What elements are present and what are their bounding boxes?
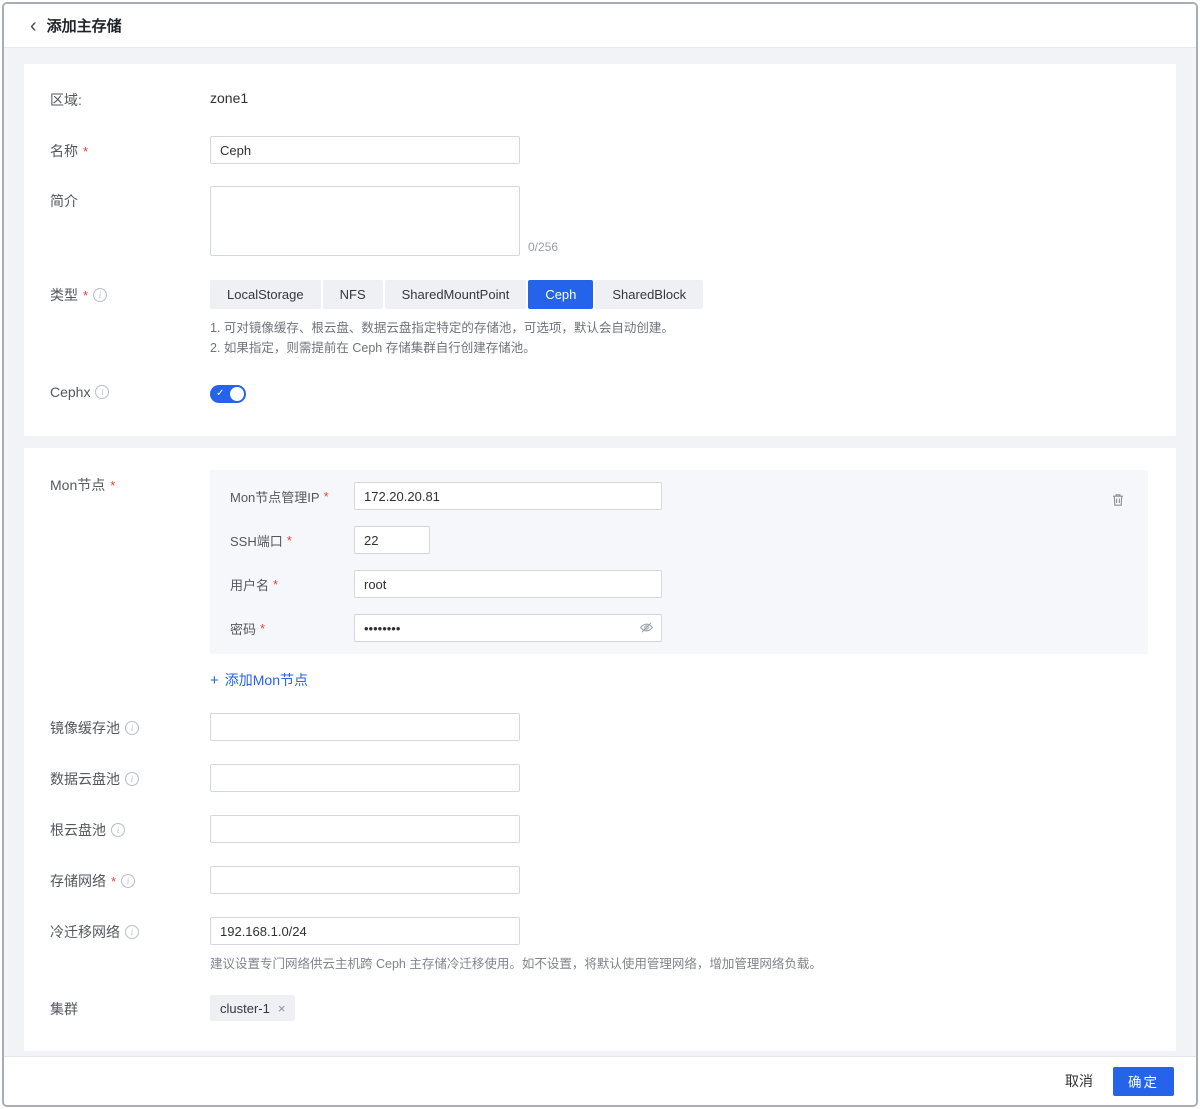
image-cache-pool-label: 镜像缓存池 i [50, 713, 210, 738]
username-input[interactable] [354, 570, 662, 598]
type-row: 类型* i LocalStorage NFS SharedMountPoint … [50, 280, 1150, 358]
toggle-knob [230, 387, 244, 401]
name-input[interactable] [210, 136, 520, 164]
cluster-row: 集群 cluster-1 × [50, 995, 1150, 1021]
password-label: 密码* [230, 619, 354, 638]
required-mark: * [83, 144, 88, 159]
name-row: 名称* [50, 136, 1150, 164]
delete-mon-node-icon[interactable] [1110, 492, 1126, 513]
password-row: 密码* [230, 614, 1128, 642]
required-mark: * [260, 621, 265, 636]
migration-network-label: 冷迁移网络 i [50, 917, 210, 942]
info-icon[interactable]: i [93, 288, 107, 302]
migration-network-row: 冷迁移网络 i 建议设置专门网络供云主机跨 Ceph 主存储冷迁移使用。如不设置… [50, 917, 1150, 972]
ssh-port-label: SSH端口* [230, 531, 354, 550]
mon-ip-label: Mon节点管理IP* [230, 487, 354, 506]
image-cache-pool-input[interactable] [210, 713, 520, 741]
cluster-tag-text: cluster-1 [220, 1001, 270, 1016]
mon-node-panel: Mon节点管理IP* SSH端口* 用户名* [210, 470, 1148, 654]
required-mark: * [110, 478, 115, 493]
required-mark: * [287, 533, 292, 548]
storage-network-label: 存储网络* i [50, 866, 210, 891]
tab-sharedmountpoint[interactable]: SharedMountPoint [385, 280, 527, 309]
migration-network-input[interactable] [210, 917, 520, 945]
cephx-label: Cephx i [50, 382, 210, 400]
mon-ip-input[interactable] [354, 482, 662, 510]
username-label: 用户名* [230, 575, 354, 594]
tab-sharedblock[interactable]: SharedBlock [595, 280, 703, 309]
description-textarea[interactable] [210, 186, 520, 256]
zone-label: 区域: [50, 90, 210, 110]
type-note-2: 2. 如果指定，则需提前在 Ceph 存储集群自行创建存储池。 [210, 338, 1150, 358]
cephx-toggle[interactable]: ✓ [210, 385, 246, 403]
back-icon[interactable]: ‹ [30, 16, 37, 36]
cancel-button[interactable]: 取消 [1065, 1071, 1093, 1091]
required-mark: * [324, 489, 329, 504]
storage-type-tabs: LocalStorage NFS SharedMountPoint Ceph S… [210, 280, 1150, 309]
info-icon[interactable]: i [125, 772, 139, 786]
info-icon[interactable]: i [111, 823, 125, 837]
info-icon[interactable]: i [125, 925, 139, 939]
mon-and-pools-card: Mon节点* Mon节点管理IP* [24, 448, 1176, 1051]
password-input[interactable] [354, 614, 662, 642]
remove-cluster-icon[interactable]: × [278, 1001, 286, 1016]
root-volume-pool-input[interactable] [210, 815, 520, 843]
ssh-port-input[interactable] [354, 526, 430, 554]
mon-label: Mon节点* [50, 470, 210, 495]
image-cache-pool-row: 镜像缓存池 i [50, 713, 1150, 741]
plus-icon: + [210, 672, 219, 689]
zone-row: 区域: zone1 [50, 90, 1150, 110]
info-icon[interactable]: i [125, 721, 139, 735]
tab-localstorage[interactable]: LocalStorage [210, 280, 321, 309]
cluster-label: 集群 [50, 995, 210, 1019]
description-row: 简介 0/256 [50, 186, 1150, 256]
root-volume-pool-label: 根云盘池 i [50, 815, 210, 840]
ssh-port-row: SSH端口* [230, 526, 1128, 554]
info-icon[interactable]: i [121, 874, 135, 888]
char-counter: 0/256 [528, 240, 558, 256]
type-label: 类型* i [50, 280, 210, 305]
description-label: 简介 [50, 186, 210, 211]
username-row: 用户名* [230, 570, 1128, 598]
storage-network-input[interactable] [210, 866, 520, 894]
add-primary-storage-window: ‹ 添加主存储 区域: zone1 名称* 简介 [2, 2, 1198, 1107]
type-note-1: 1. 可对镜像缓存、根云盘、数据云盘指定特定的存储池，可选项，默认会自动创建。 [210, 318, 1150, 338]
name-label: 名称* [50, 136, 210, 161]
page-title: 添加主存储 [47, 15, 122, 36]
mon-ip-row: Mon节点管理IP* [230, 482, 1128, 510]
type-notes: 1. 可对镜像缓存、根云盘、数据云盘指定特定的存储池，可选项，默认会自动创建。 … [210, 318, 1150, 358]
eye-off-icon[interactable] [639, 620, 654, 640]
migration-network-note: 建议设置专门网络供云主机跨 Ceph 主存储冷迁移使用。如不设置，将默认使用管理… [210, 953, 1150, 972]
form-body: 区域: zone1 名称* 简介 0/256 [4, 48, 1196, 1056]
required-mark: * [273, 577, 278, 592]
info-icon[interactable]: i [95, 385, 109, 399]
footer-bar: 取消 确定 [4, 1056, 1196, 1105]
mon-row: Mon节点* Mon节点管理IP* [50, 470, 1150, 690]
cluster-tag[interactable]: cluster-1 × [210, 995, 295, 1021]
confirm-button[interactable]: 确定 [1113, 1067, 1174, 1096]
page-header: ‹ 添加主存储 [4, 4, 1196, 48]
basic-info-card: 区域: zone1 名称* 简介 0/256 [24, 64, 1176, 436]
cephx-row: Cephx i ✓ [50, 382, 1150, 408]
required-mark: * [111, 874, 116, 889]
required-mark: * [83, 288, 88, 303]
data-volume-pool-label: 数据云盘池 i [50, 764, 210, 789]
data-volume-pool-input[interactable] [210, 764, 520, 792]
data-volume-pool-row: 数据云盘池 i [50, 764, 1150, 792]
tab-nfs[interactable]: NFS [323, 280, 383, 309]
tab-ceph[interactable]: Ceph [528, 280, 593, 309]
toggle-check-icon: ✓ [216, 386, 224, 402]
zone-value: zone1 [210, 90, 248, 106]
add-mon-node-link[interactable]: + 添加Mon节点 [210, 670, 308, 690]
storage-network-row: 存储网络* i [50, 866, 1150, 894]
root-volume-pool-row: 根云盘池 i [50, 815, 1150, 843]
